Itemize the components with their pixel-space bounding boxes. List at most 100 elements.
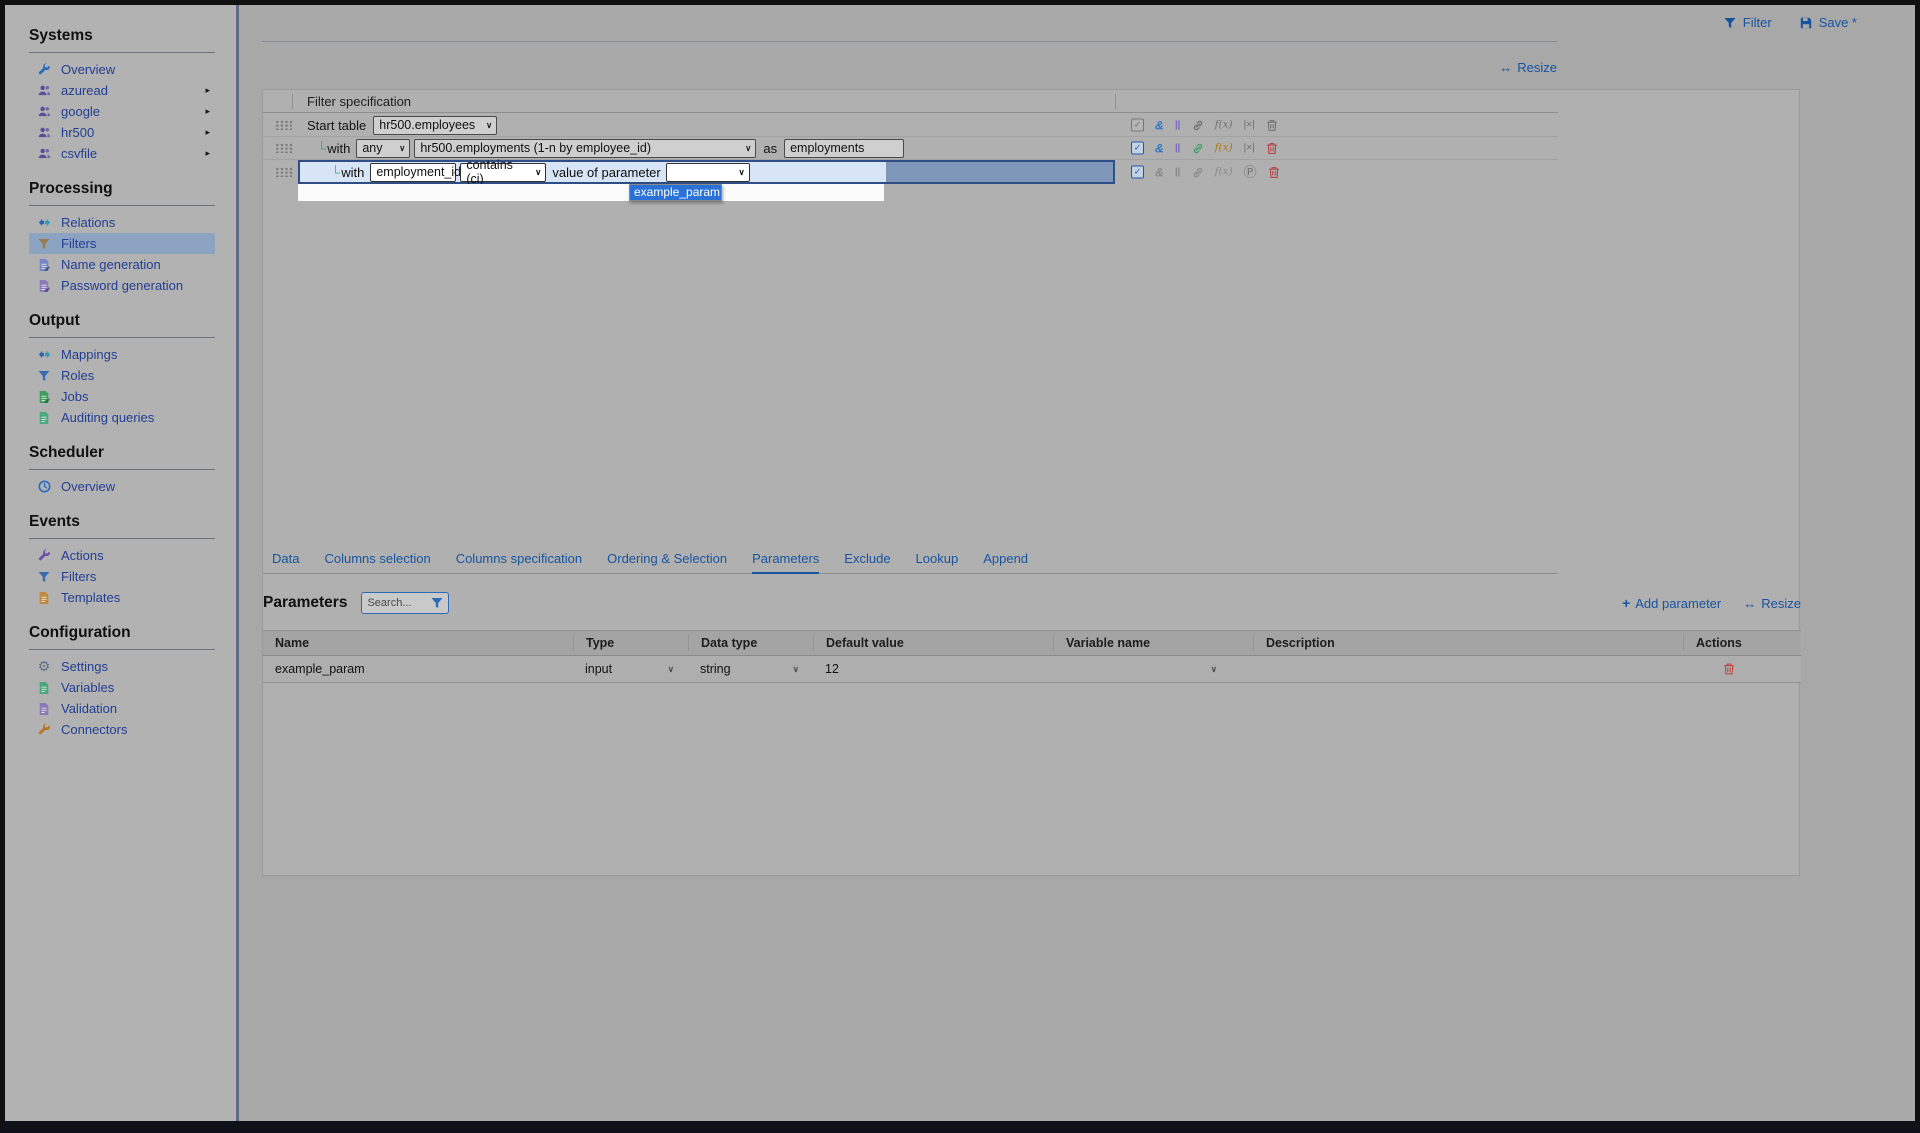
sidebar-item-mappings[interactable]: Mappings xyxy=(29,344,215,365)
plus-icon: + xyxy=(1622,595,1630,611)
sidebar-item-roles[interactable]: Roles xyxy=(29,365,215,386)
trash-icon[interactable] xyxy=(1266,119,1278,131)
function-icon[interactable]: f(x) xyxy=(1215,143,1233,154)
sidebar-item-label: Filters xyxy=(61,236,96,251)
drag-handle-icon[interactable] xyxy=(275,143,292,153)
add-parameter-button[interactable]: + Add parameter xyxy=(1622,595,1721,611)
trash-icon[interactable] xyxy=(1266,142,1278,154)
alias-input[interactable] xyxy=(784,139,904,158)
parameter-select[interactable]: ∨ xyxy=(666,163,750,182)
tab-parameters[interactable]: Parameters xyxy=(752,551,819,574)
tab-lookup[interactable]: Lookup xyxy=(916,551,959,573)
sidebar-item-scheduler-overview[interactable]: Overview xyxy=(29,476,215,497)
param-actions-cell xyxy=(1683,663,1801,675)
parameters-resize-button[interactable]: ↔ Resize xyxy=(1743,595,1801,611)
sidebar-item-label: Password generation xyxy=(61,278,183,293)
enabled-checkbox[interactable]: ✓ xyxy=(1131,119,1144,132)
sidebar-item-jobs[interactable]: Jobs xyxy=(29,386,215,407)
filter-spec-title: Filter specification xyxy=(307,94,411,109)
link-icon[interactable] xyxy=(1192,142,1204,154)
expand-icon[interactable]: ▸ xyxy=(205,85,210,96)
absolute-icon[interactable]: |×| xyxy=(1244,120,1255,130)
tab-exclude[interactable]: Exclude xyxy=(844,551,890,573)
sidebar-item-event-filters[interactable]: Filters xyxy=(29,566,215,587)
drag-handle-icon[interactable] xyxy=(275,167,292,177)
as-label: as xyxy=(763,141,777,156)
param-type-cell[interactable]: input ∨ xyxy=(573,662,688,676)
param-data-type-cell[interactable]: string ∨ xyxy=(688,662,813,676)
sidebar-item-google[interactable]: google ▸ xyxy=(29,101,215,122)
relation-select[interactable]: hr500.employments (1-n by employee_id) ∨ xyxy=(414,139,756,158)
parameter-icon[interactable]: Ⓟ xyxy=(1244,166,1257,179)
drag-handle-icon[interactable] xyxy=(275,120,292,130)
start-table-select[interactable]: hr500.employees ∨ xyxy=(373,116,497,135)
document-icon xyxy=(36,410,52,425)
trash-icon[interactable] xyxy=(1723,663,1735,675)
parallel-icon[interactable]: ‖ xyxy=(1175,166,1181,178)
parallel-icon[interactable]: ‖ xyxy=(1175,119,1181,131)
row-actions: ✓ & ‖ f(x) |×| xyxy=(1131,142,1278,155)
dropdown-option-example-param[interactable]: example_param xyxy=(630,185,721,200)
param-type-value: input xyxy=(585,662,612,676)
chevron-down-icon[interactable]: ∨ xyxy=(668,664,674,675)
expand-icon[interactable]: ▸ xyxy=(205,106,210,117)
column-select[interactable]: employment_id ∨ xyxy=(370,163,456,182)
search-input[interactable] xyxy=(367,597,428,609)
trash-icon[interactable] xyxy=(1268,166,1280,178)
tab-data[interactable]: Data xyxy=(272,551,299,573)
sidebar-item-validation[interactable]: Validation xyxy=(29,698,215,719)
expand-icon[interactable]: ▸ xyxy=(205,148,210,159)
relation-value: hr500.employments (1-n by employee_id) xyxy=(420,141,651,155)
sidebar-item-relations[interactable]: Relations xyxy=(29,212,215,233)
sidebar-item-azuread[interactable]: azuread ▸ xyxy=(29,80,215,101)
link-icon[interactable] xyxy=(1192,119,1204,131)
filter-icon xyxy=(36,569,52,584)
sidebar-item-actions[interactable]: Actions xyxy=(29,545,215,566)
resize-button[interactable]: ↔ Resize xyxy=(1499,60,1557,75)
sidebar-item-label: Mappings xyxy=(61,347,117,362)
chevron-down-icon[interactable]: ∨ xyxy=(793,664,799,675)
chevron-down-icon[interactable]: ∨ xyxy=(1211,664,1217,675)
absolute-icon[interactable]: |×| xyxy=(1244,143,1255,153)
sidebar-item-auditing-queries[interactable]: Auditing queries xyxy=(29,407,215,428)
and-icon[interactable]: & xyxy=(1155,166,1164,178)
parallel-icon[interactable]: ‖ xyxy=(1175,142,1181,154)
param-variable-name-cell[interactable]: ∨ xyxy=(1053,664,1253,675)
sidebar-item-name-generation[interactable]: Name generation xyxy=(29,254,215,275)
param-default-value-cell[interactable]: 12 xyxy=(813,662,1053,676)
enabled-checkbox[interactable]: ✓ xyxy=(1131,166,1144,179)
sidebar-item-label: Overview xyxy=(61,62,115,77)
sidebar-item-hr500[interactable]: hr500 ▸ xyxy=(29,122,215,143)
sidebar-section-configuration: Configuration ⚙ Settings Variables Valid… xyxy=(29,618,215,740)
tab-ordering-selection[interactable]: Ordering & Selection xyxy=(607,551,727,573)
tab-columns-selection[interactable]: Columns selection xyxy=(324,551,430,573)
sidebar-item-variables[interactable]: Variables xyxy=(29,677,215,698)
function-icon[interactable]: f(x) xyxy=(1215,167,1233,178)
users-icon xyxy=(36,146,52,161)
condition-row-box[interactable]: └ with employment_id ∨ contains (ci) ∨ v… xyxy=(298,160,1115,184)
and-icon[interactable]: & xyxy=(1155,142,1164,154)
quantifier-select[interactable]: any ∨ xyxy=(356,139,410,158)
filter-button[interactable]: Filter xyxy=(1722,15,1772,30)
sidebar-item-connectors[interactable]: Connectors xyxy=(29,719,215,740)
sidebar-item-filters[interactable]: Filters xyxy=(29,233,215,254)
expand-icon[interactable]: ▸ xyxy=(205,127,210,138)
header-name: Name xyxy=(263,635,573,651)
enabled-checkbox[interactable]: ✓ xyxy=(1131,142,1144,155)
operator-value: contains (ci) xyxy=(466,158,529,186)
resize-icon: ↔ xyxy=(1743,596,1756,611)
parameters-header: Parameters + Add parameter ↔ Resize xyxy=(263,590,1801,616)
operator-select[interactable]: contains (ci) ∨ xyxy=(460,163,546,182)
and-icon[interactable]: & xyxy=(1155,119,1164,131)
sidebar-item-settings[interactable]: ⚙ Settings xyxy=(29,656,215,677)
tab-columns-specification[interactable]: Columns specification xyxy=(456,551,582,573)
link-icon[interactable] xyxy=(1192,166,1204,178)
sidebar-item-templates[interactable]: Templates xyxy=(29,587,215,608)
sidebar-item-csvfile[interactable]: csvfile ▸ xyxy=(29,143,215,164)
save-button[interactable]: Save * xyxy=(1798,15,1857,30)
sidebar-item-overview[interactable]: Overview xyxy=(29,59,215,80)
sidebar-item-password-generation[interactable]: Password generation xyxy=(29,275,215,296)
function-icon[interactable]: f(x) xyxy=(1215,120,1233,131)
tab-append[interactable]: Append xyxy=(983,551,1028,573)
save-button-label: Save * xyxy=(1819,15,1857,30)
